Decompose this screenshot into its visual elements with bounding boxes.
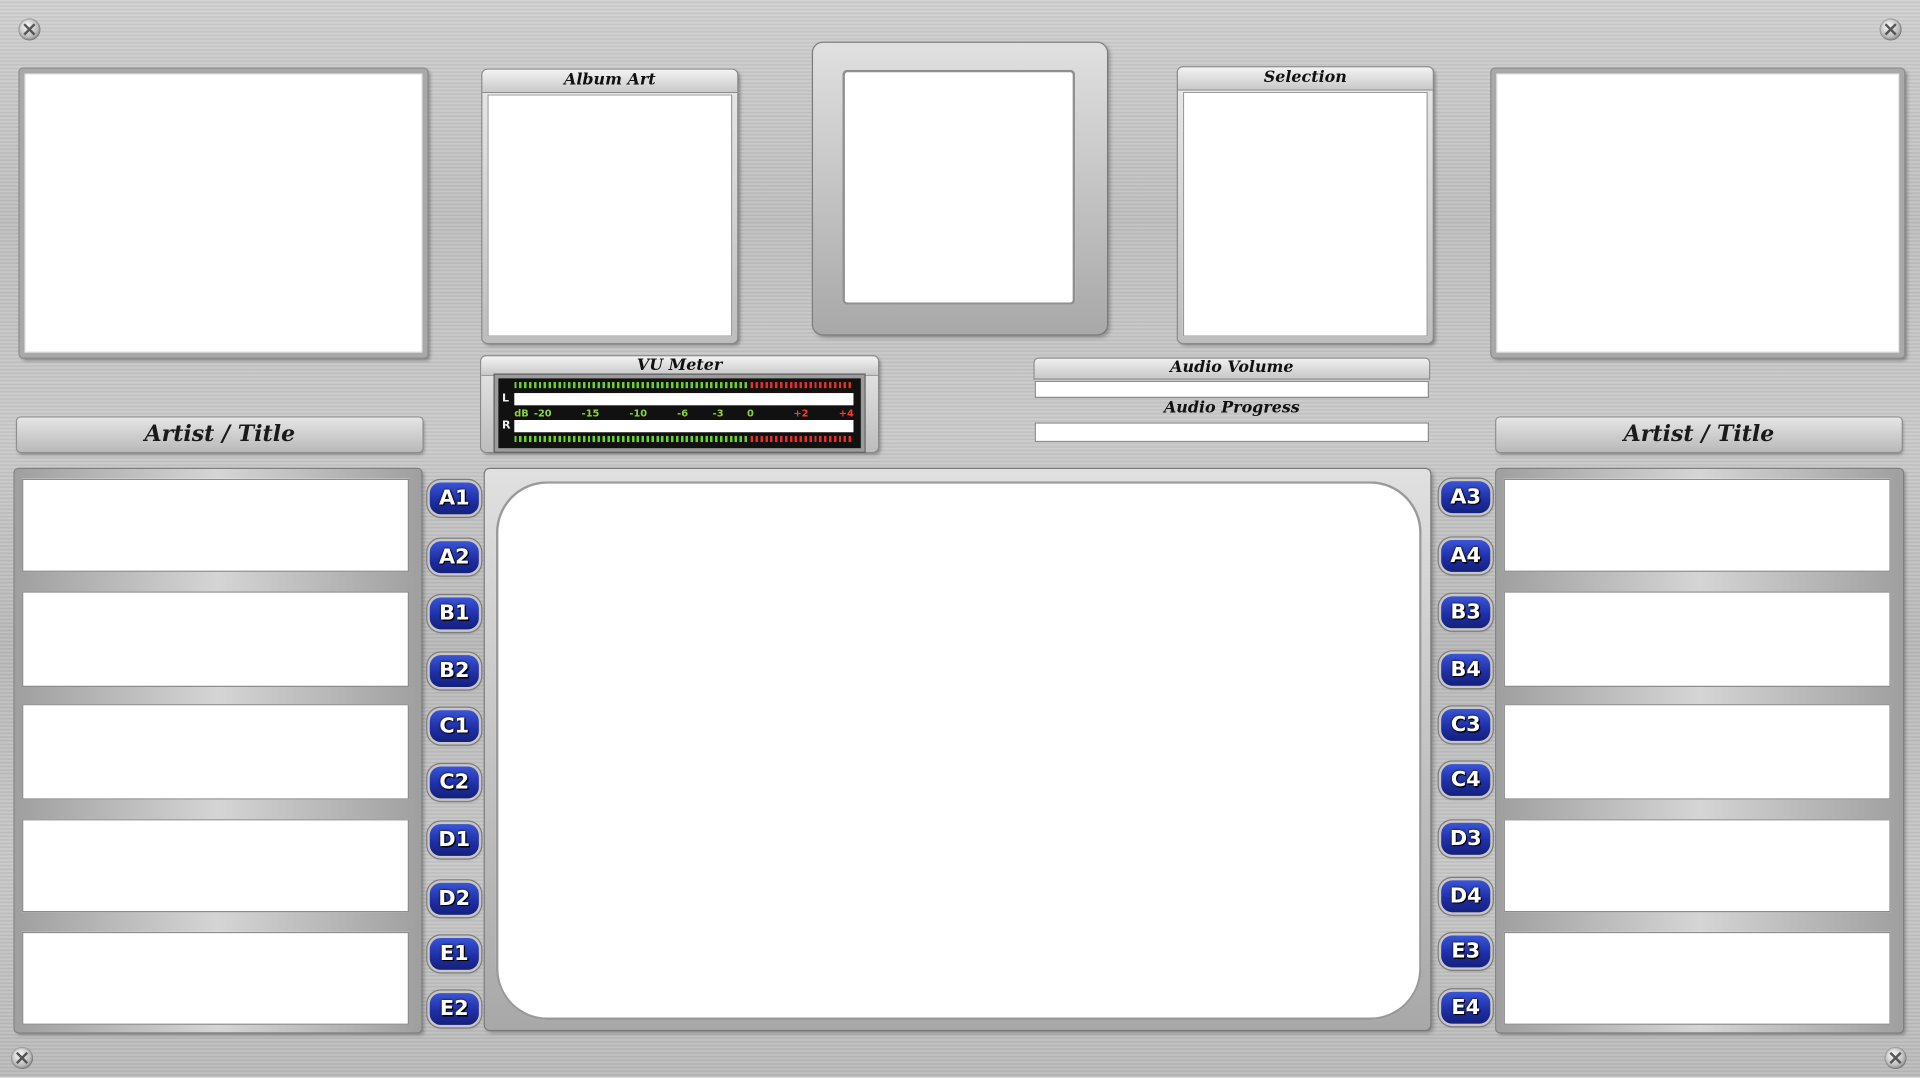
track-slot[interactable] bbox=[1503, 704, 1891, 800]
screw-icon bbox=[1884, 1046, 1907, 1069]
cd-frame bbox=[813, 42, 1107, 335]
selection-panel: Selection bbox=[1177, 67, 1433, 343]
select-button-c2[interactable]: C2 bbox=[429, 766, 479, 799]
vu-scale-tick: -10 bbox=[629, 407, 648, 419]
select-button-d4[interactable]: D4 bbox=[1441, 880, 1491, 913]
top-left-video-panel bbox=[19, 68, 428, 358]
select-button-b2[interactable]: B2 bbox=[429, 655, 479, 687]
left-slot-column bbox=[14, 468, 422, 1033]
vu-channel-left-label: L bbox=[502, 393, 510, 406]
cd-display bbox=[842, 69, 1076, 305]
track-slot[interactable] bbox=[22, 931, 409, 1025]
vu-scale-tick: +2 bbox=[793, 407, 809, 419]
selection-display bbox=[1182, 91, 1428, 337]
select-button-a1[interactable]: A1 bbox=[429, 482, 479, 515]
vu-left-bar bbox=[514, 393, 854, 406]
album-art-panel: Album Art bbox=[482, 69, 738, 343]
left-artist-title-header: Artist / Title bbox=[17, 417, 423, 452]
screw-icon bbox=[11, 1046, 34, 1069]
vu-right-bar bbox=[514, 420, 854, 433]
vu-scale-tick: 0 bbox=[746, 407, 754, 419]
track-slot[interactable] bbox=[1503, 591, 1891, 687]
vu-right-green-ticks bbox=[514, 435, 747, 443]
vu-scale-tick: +4 bbox=[838, 407, 854, 419]
select-button-c1[interactable]: C1 bbox=[429, 710, 479, 743]
right-slot-column bbox=[1496, 468, 1903, 1033]
screw-icon bbox=[1879, 18, 1902, 41]
jukebox-skin: Album Art Selection VU Meter L dB -20 -1… bbox=[0, 0, 1920, 1080]
select-button-c3[interactable]: C3 bbox=[1441, 708, 1491, 741]
select-button-e3[interactable]: E3 bbox=[1441, 935, 1491, 968]
select-button-e4[interactable]: E4 bbox=[1441, 991, 1491, 1024]
main-video-display bbox=[495, 481, 1422, 1021]
vu-meter-panel: VU Meter L dB -20 -15 -10 -6 -3 0 +2 +4 … bbox=[481, 356, 878, 452]
select-button-c4[interactable]: C4 bbox=[1441, 764, 1491, 796]
track-slot[interactable] bbox=[1503, 478, 1891, 572]
select-button-a2[interactable]: A2 bbox=[429, 541, 479, 574]
select-button-d2[interactable]: D2 bbox=[429, 882, 479, 915]
vu-scale-tick: -3 bbox=[712, 407, 724, 419]
track-slot[interactable] bbox=[22, 819, 409, 913]
screw-icon bbox=[18, 18, 41, 41]
select-button-e1[interactable]: E1 bbox=[429, 937, 479, 970]
audio-volume-bar[interactable] bbox=[1034, 380, 1429, 398]
selection-title: Selection bbox=[1177, 67, 1433, 91]
select-button-b3[interactable]: B3 bbox=[1441, 596, 1491, 629]
track-slot[interactable] bbox=[22, 704, 409, 800]
top-right-video-panel bbox=[1491, 68, 1905, 358]
vu-meter-title: VU Meter bbox=[481, 356, 878, 376]
album-art-display bbox=[487, 94, 733, 337]
vu-right-red-ticks bbox=[750, 435, 854, 443]
main-video-frame bbox=[484, 468, 1431, 1030]
album-art-title: Album Art bbox=[482, 69, 738, 94]
select-button-e2[interactable]: E2 bbox=[429, 993, 479, 1025]
vu-scale-db: dB bbox=[514, 407, 529, 419]
right-artist-title-header: Artist / Title bbox=[1496, 417, 1902, 452]
vu-scale-tick: -6 bbox=[677, 407, 689, 419]
vu-scale-tick: -15 bbox=[581, 407, 600, 419]
audio-volume-title: Audio Volume bbox=[1034, 358, 1429, 379]
vu-left-red-ticks bbox=[750, 382, 854, 389]
select-button-a3[interactable]: A3 bbox=[1441, 481, 1491, 514]
select-button-d3[interactable]: D3 bbox=[1441, 822, 1491, 855]
select-button-d1[interactable]: D1 bbox=[429, 824, 479, 856]
vu-channel-right-label: R bbox=[502, 420, 511, 433]
select-button-b4[interactable]: B4 bbox=[1441, 653, 1491, 686]
select-button-b1[interactable]: B1 bbox=[429, 597, 479, 630]
audio-progress-bar[interactable] bbox=[1034, 422, 1429, 443]
track-slot[interactable] bbox=[1503, 931, 1891, 1025]
select-button-a4[interactable]: A4 bbox=[1441, 540, 1491, 572]
track-slot[interactable] bbox=[22, 591, 409, 687]
vu-left-green-ticks bbox=[514, 382, 747, 389]
track-slot[interactable] bbox=[1503, 819, 1891, 913]
vu-meter-display: L dB -20 -15 -10 -6 -3 0 +2 +4 R bbox=[494, 374, 865, 452]
track-slot[interactable] bbox=[22, 478, 409, 572]
vu-scale-tick: -20 bbox=[533, 407, 552, 419]
audio-progress-title: Audio Progress bbox=[1163, 399, 1300, 418]
